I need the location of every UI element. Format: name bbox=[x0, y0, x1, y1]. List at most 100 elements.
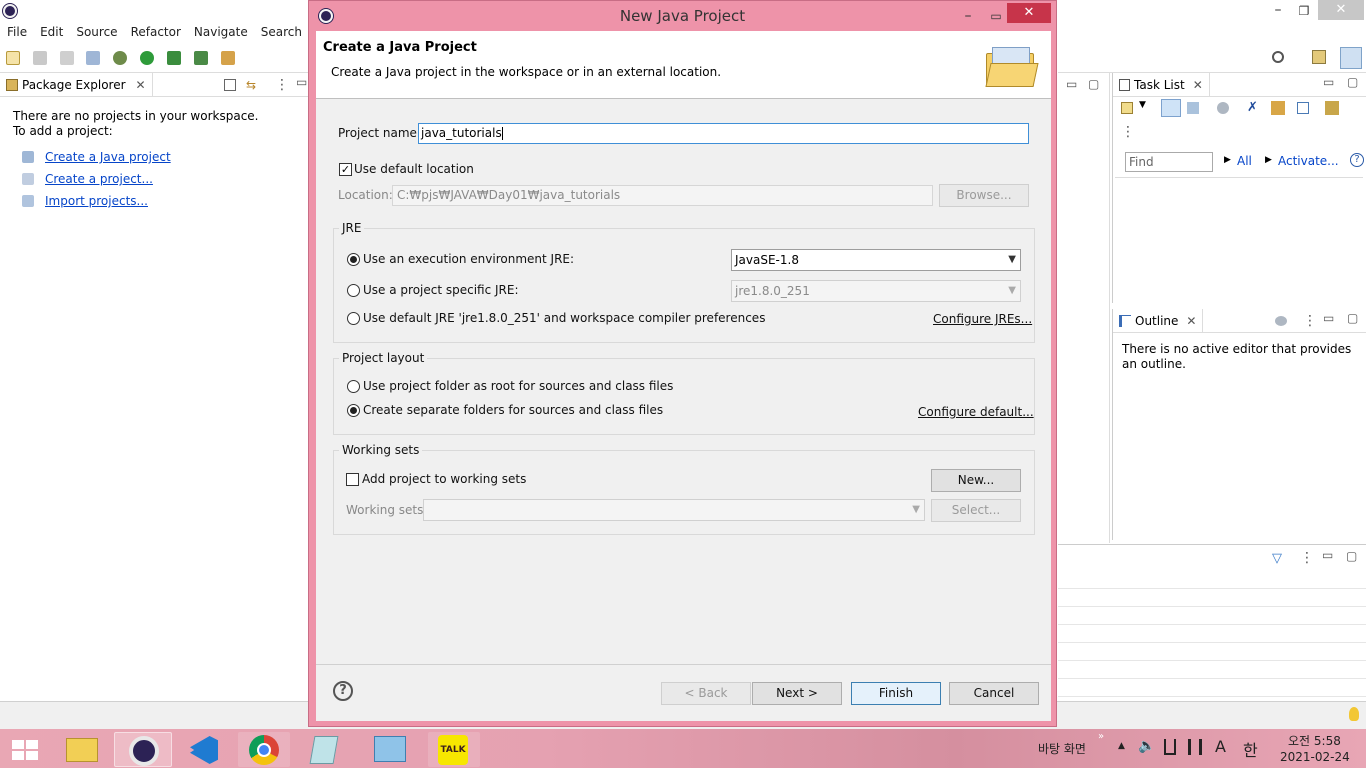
menu-edit[interactable]: Edit bbox=[33, 22, 69, 39]
chrome-icon[interactable] bbox=[238, 732, 290, 767]
use-default-location-checkbox[interactable]: ✓ bbox=[339, 163, 352, 176]
skip-breakpoints-icon[interactable] bbox=[86, 51, 101, 65]
dialog-maximize-button[interactable]: ▭ bbox=[987, 1, 1005, 31]
tip-lightbulb-icon[interactable] bbox=[1349, 707, 1359, 721]
open-perspective-icon[interactable] bbox=[1312, 50, 1326, 64]
help-icon[interactable]: ? bbox=[333, 681, 353, 701]
new-icon[interactable] bbox=[6, 51, 20, 65]
hide-completed-icon[interactable]: ✗ bbox=[1247, 100, 1258, 115]
minimize-view-icon[interactable]: ▭ bbox=[1323, 75, 1334, 89]
minimize-view-icon[interactable]: ▭ bbox=[1322, 548, 1333, 562]
dialog-close-button[interactable]: ✕ bbox=[1007, 3, 1051, 23]
dialog-minimize-button[interactable]: – bbox=[959, 1, 977, 31]
minimize-editor-icon[interactable]: ▭ bbox=[1066, 77, 1077, 91]
use-default-location-label[interactable]: Use default location bbox=[354, 162, 474, 176]
maximize-editor-icon[interactable]: ▢ bbox=[1088, 77, 1099, 91]
eclipse-taskbar-icon[interactable] bbox=[114, 732, 172, 767]
tab-task-list[interactable]: Task List ✕ bbox=[1113, 72, 1210, 97]
tray-arrow-up-icon[interactable]: ▲ bbox=[1118, 741, 1125, 751]
new-package-icon[interactable] bbox=[220, 51, 235, 65]
select-working-set-button[interactable]: Select... bbox=[931, 499, 1021, 522]
back-button[interactable]: < Back bbox=[661, 682, 751, 705]
file-explorer-icon[interactable] bbox=[56, 732, 108, 767]
menu-navigate[interactable]: Navigate bbox=[187, 22, 254, 39]
collapse-all-icon[interactable] bbox=[224, 79, 236, 91]
project-name-input[interactable]: java_tutorials bbox=[418, 123, 1029, 144]
view-menu-icon[interactable]: ⋮ bbox=[275, 77, 289, 93]
sync-icon[interactable] bbox=[1325, 101, 1339, 115]
save-all-icon[interactable] bbox=[59, 51, 74, 65]
separate-folders-label[interactable]: Create separate folders for sources and … bbox=[363, 403, 663, 417]
help-icon[interactable]: ? bbox=[1350, 153, 1364, 167]
windows-start-icon[interactable] bbox=[12, 740, 38, 760]
configure-jres-link[interactable]: Configure JREs... bbox=[933, 312, 1032, 326]
vscode-icon[interactable] bbox=[180, 732, 232, 767]
menu-file[interactable]: File bbox=[0, 22, 33, 39]
external-tools-icon[interactable] bbox=[193, 51, 208, 65]
view-menu-icon[interactable]: ⋮ bbox=[1303, 313, 1317, 329]
maximize-view-icon[interactable]: ▢ bbox=[1347, 311, 1358, 325]
default-jre-radio[interactable] bbox=[347, 312, 360, 325]
expand-tasks-icon[interactable] bbox=[1297, 102, 1309, 114]
project-specific-jre-label[interactable]: Use a project specific JRE: bbox=[363, 283, 519, 297]
signal-icon[interactable] bbox=[1188, 739, 1202, 755]
tab-package-explorer[interactable]: Package Explorer ✕ bbox=[0, 72, 153, 97]
dropdown-arrow-icon[interactable]: ▼ bbox=[1139, 100, 1146, 110]
add-to-working-sets-label[interactable]: Add project to working sets bbox=[362, 472, 526, 486]
minimize-window-button[interactable]: – bbox=[1268, 2, 1288, 20]
network-icon[interactable] bbox=[1164, 739, 1176, 755]
run-icon[interactable] bbox=[140, 51, 155, 65]
link-editor-icon[interactable]: ⇆ bbox=[246, 79, 260, 91]
new-working-set-button[interactable]: New... bbox=[931, 469, 1021, 492]
view-menu-icon[interactable]: ⋮ bbox=[1121, 124, 1135, 140]
activate-task-link[interactable]: Activate... bbox=[1278, 154, 1339, 168]
import-projects-link[interactable]: Import projects... bbox=[45, 194, 148, 208]
focus-icon[interactable] bbox=[1275, 316, 1287, 326]
browse-button[interactable]: Browse... bbox=[939, 184, 1029, 207]
finish-button[interactable]: Finish bbox=[851, 682, 941, 705]
filter-icon[interactable]: ▽ bbox=[1272, 551, 1282, 566]
menu-refactor[interactable]: Refactor bbox=[124, 22, 187, 39]
collapse-tasks-icon[interactable] bbox=[1271, 101, 1285, 115]
clock-date[interactable]: 2021-02-24 bbox=[1280, 750, 1350, 764]
view-menu-icon[interactable]: ⋮ bbox=[1300, 550, 1314, 566]
cancel-button[interactable]: Cancel bbox=[949, 682, 1039, 705]
project-root-radio[interactable] bbox=[347, 380, 360, 393]
desktop-toolbar-label[interactable]: 바탕 화면 bbox=[1038, 740, 1086, 757]
control-panel-icon[interactable] bbox=[364, 732, 416, 767]
configure-default-link[interactable]: Configure default... bbox=[918, 405, 1034, 419]
project-specific-jre-radio[interactable] bbox=[347, 284, 360, 297]
tab-outline[interactable]: Outline ✕ bbox=[1113, 308, 1204, 333]
scheduled-icon[interactable] bbox=[1187, 102, 1199, 114]
kakaotalk-icon[interactable]: TALK bbox=[428, 732, 480, 767]
dialog-title-bar[interactable]: New Java Project – ▭ ✕ bbox=[309, 1, 1056, 31]
search-icon[interactable] bbox=[1272, 51, 1284, 63]
notepad-icon[interactable] bbox=[298, 732, 350, 767]
close-tab-icon[interactable]: ✕ bbox=[136, 78, 146, 92]
create-java-project-link[interactable]: Create a Java project bbox=[45, 150, 171, 164]
execution-env-jre-label[interactable]: Use an execution environment JRE: bbox=[363, 252, 574, 266]
find-task-input[interactable]: Find bbox=[1125, 152, 1213, 172]
project-root-label[interactable]: Use project folder as root for sources a… bbox=[363, 379, 673, 393]
default-jre-label[interactable]: Use default JRE 'jre1.8.0_251' and works… bbox=[363, 311, 765, 325]
clock-time[interactable]: 오전 5:58 bbox=[1288, 732, 1341, 749]
close-tab-icon[interactable]: ✕ bbox=[1193, 78, 1203, 92]
minimize-view-icon[interactable]: ▭ bbox=[1323, 311, 1334, 325]
minimize-view-icon[interactable]: ▭ bbox=[296, 75, 307, 89]
maximize-view-icon[interactable]: ▢ bbox=[1346, 549, 1357, 563]
execution-env-select[interactable]: JavaSE-1.8 ▼ bbox=[731, 249, 1021, 271]
new-task-icon[interactable] bbox=[1121, 102, 1133, 114]
java-perspective-icon[interactable] bbox=[1340, 47, 1362, 69]
coverage-icon[interactable] bbox=[166, 51, 181, 65]
language-indicator[interactable]: 한 bbox=[1243, 737, 1258, 761]
create-project-link[interactable]: Create a project... bbox=[45, 172, 153, 186]
close-window-button[interactable]: ✕ bbox=[1318, 0, 1364, 20]
volume-icon[interactable]: 🔈 bbox=[1138, 738, 1155, 754]
focus-icon[interactable] bbox=[1217, 102, 1229, 114]
maximize-view-icon[interactable]: ▢ bbox=[1347, 75, 1358, 89]
menu-search[interactable]: Search bbox=[254, 22, 308, 39]
execution-env-jre-radio[interactable] bbox=[347, 253, 360, 266]
categorized-icon[interactable] bbox=[1161, 99, 1181, 117]
separate-folders-radio[interactable] bbox=[347, 404, 360, 417]
menu-source[interactable]: Source bbox=[69, 22, 123, 39]
